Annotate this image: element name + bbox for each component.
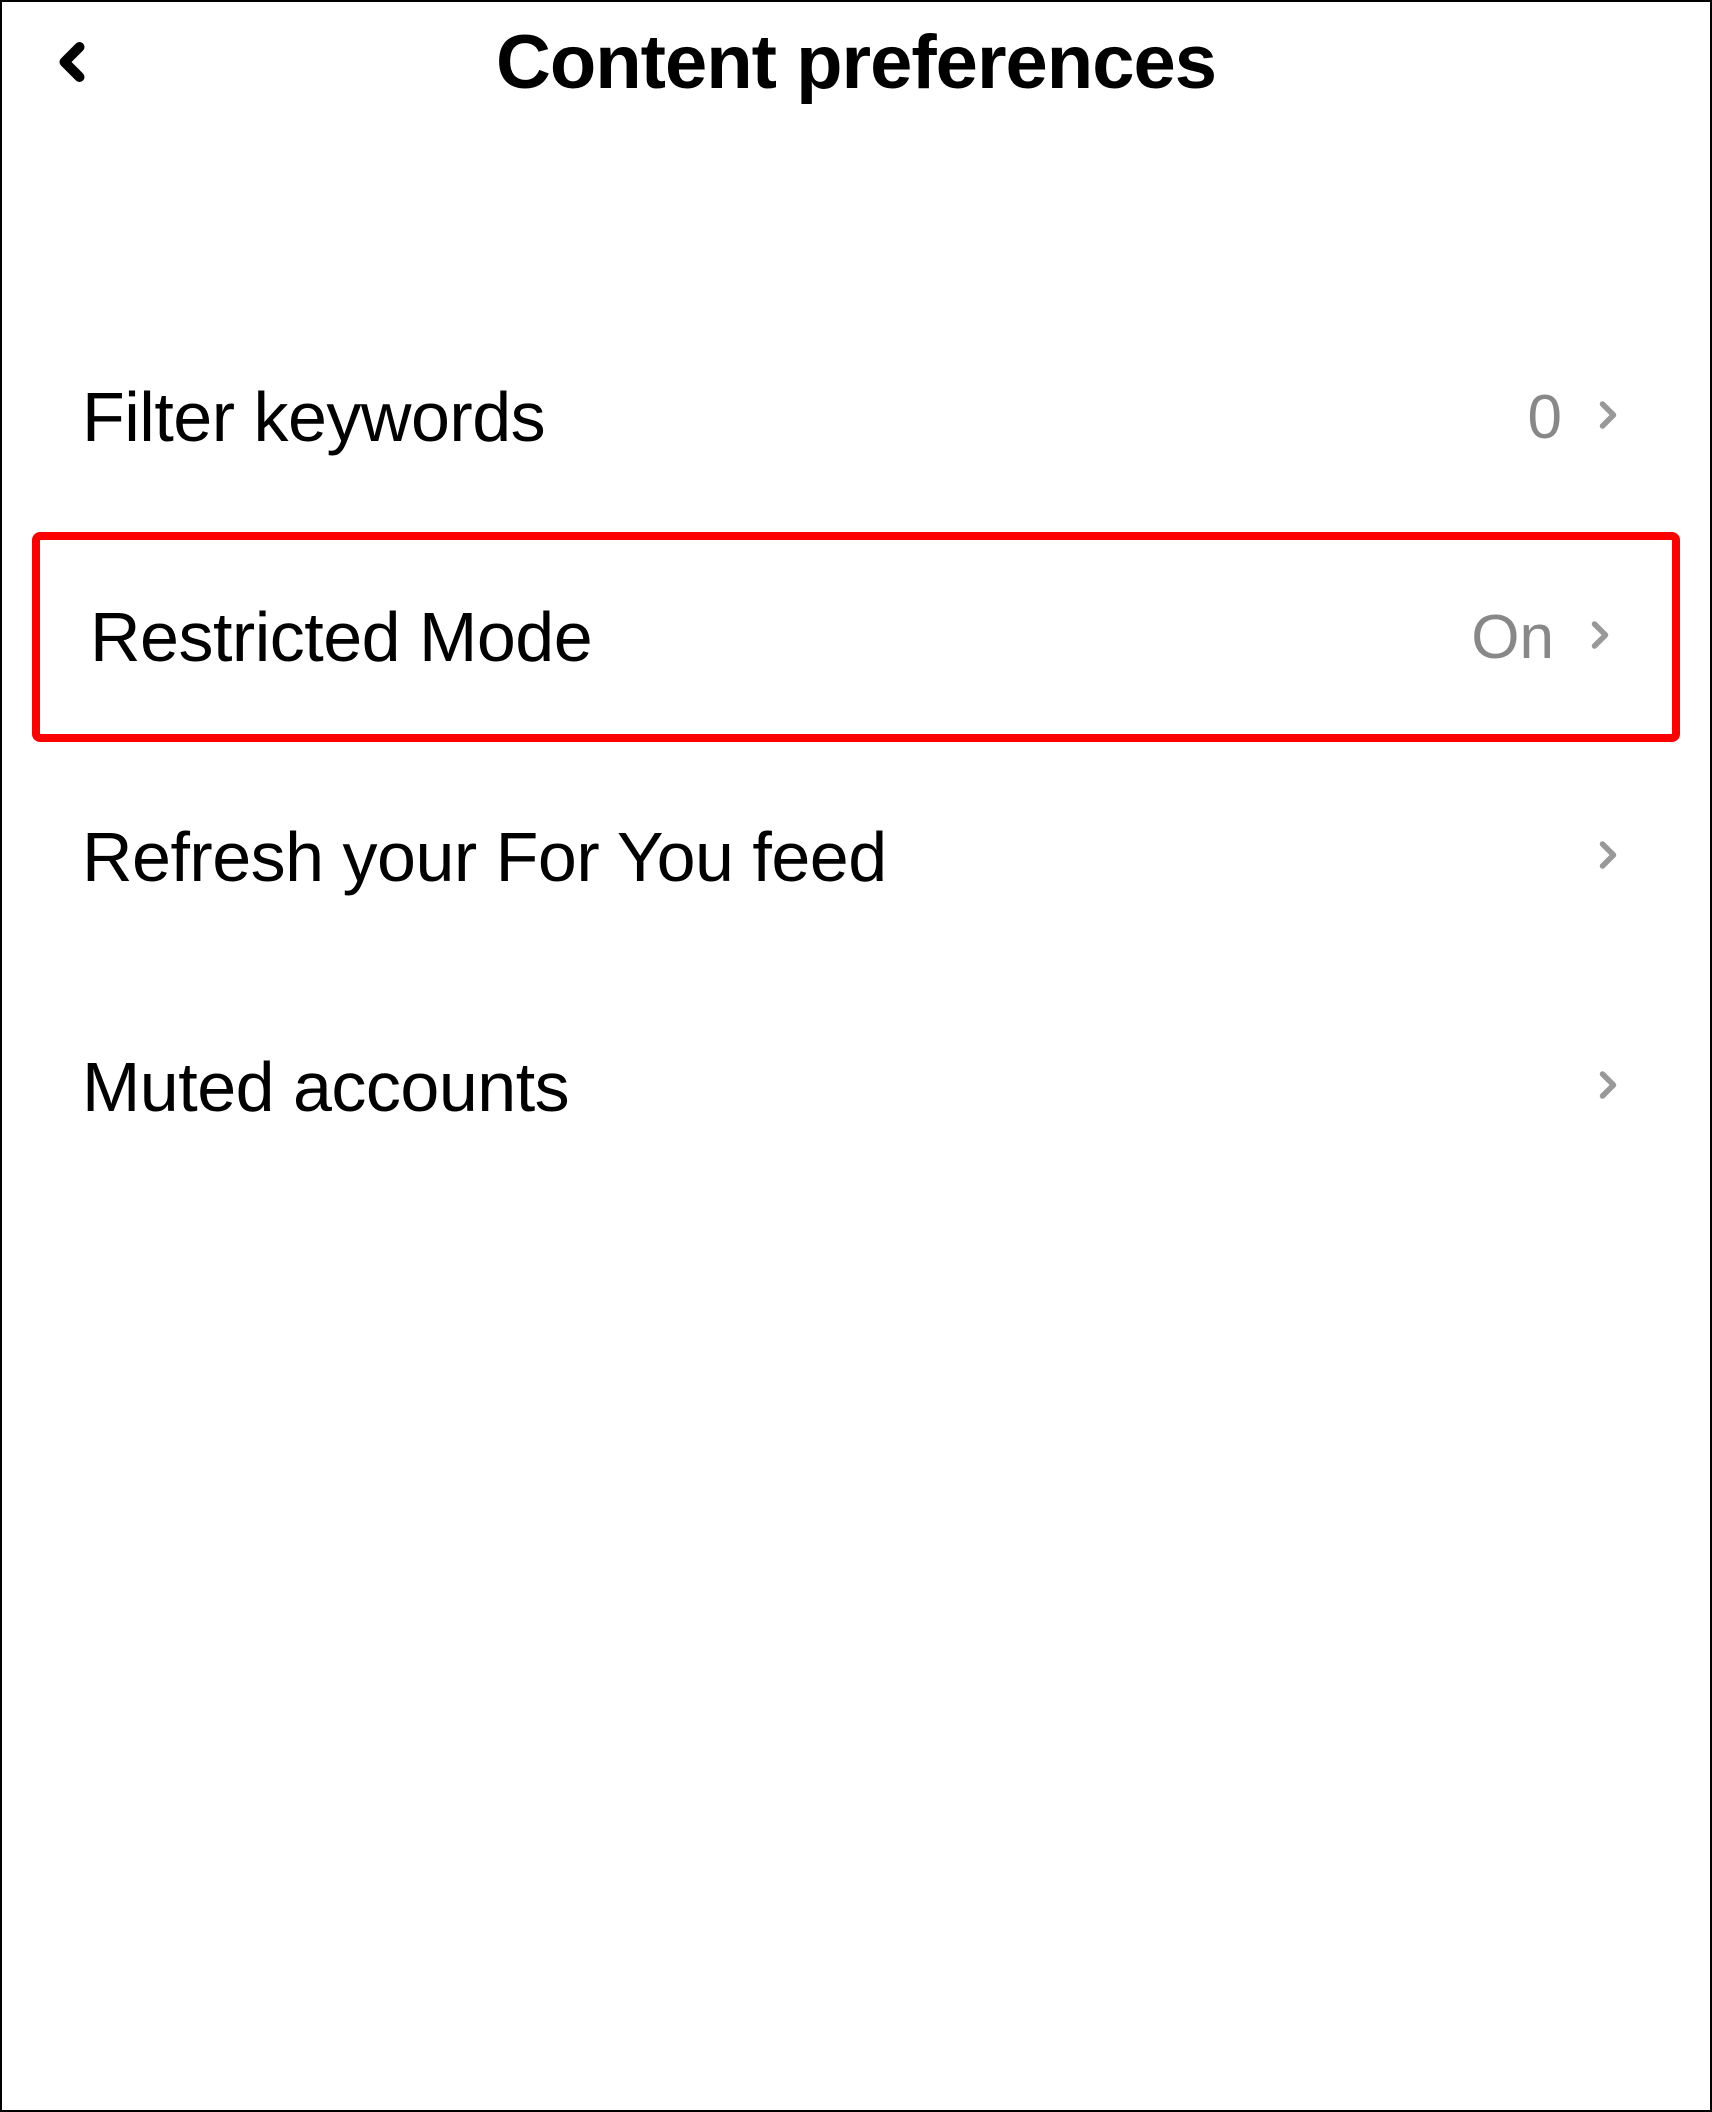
list-item-refresh-feed[interactable]: Refresh your For You feed bbox=[2, 742, 1710, 972]
list-item-filter-keywords[interactable]: Filter keywords 0 bbox=[2, 302, 1710, 532]
item-value: On bbox=[1471, 602, 1554, 673]
page-title: Content preferences bbox=[32, 19, 1680, 106]
chevron-right-icon bbox=[1586, 393, 1630, 442]
header: Content preferences bbox=[2, 2, 1710, 122]
list-item-restricted-mode[interactable]: Restricted Mode On bbox=[32, 532, 1680, 742]
item-label: Muted accounts bbox=[82, 1047, 569, 1127]
list-item-muted-accounts[interactable]: Muted accounts bbox=[2, 972, 1710, 1202]
chevron-left-icon bbox=[42, 79, 102, 96]
chevron-right-icon bbox=[1578, 613, 1622, 662]
item-right bbox=[1562, 1063, 1630, 1112]
item-value: 0 bbox=[1528, 382, 1562, 453]
chevron-right-icon bbox=[1586, 1063, 1630, 1112]
item-label: Restricted Mode bbox=[90, 597, 592, 677]
item-right: 0 bbox=[1528, 382, 1630, 453]
back-button[interactable] bbox=[32, 22, 112, 107]
content-list: Filter keywords 0 Restricted Mode On Ref… bbox=[2, 122, 1710, 1202]
item-right: On bbox=[1471, 602, 1622, 673]
item-right bbox=[1562, 833, 1630, 882]
item-label: Filter keywords bbox=[82, 377, 545, 457]
chevron-right-icon bbox=[1586, 833, 1630, 882]
item-label: Refresh your For You feed bbox=[82, 817, 887, 897]
